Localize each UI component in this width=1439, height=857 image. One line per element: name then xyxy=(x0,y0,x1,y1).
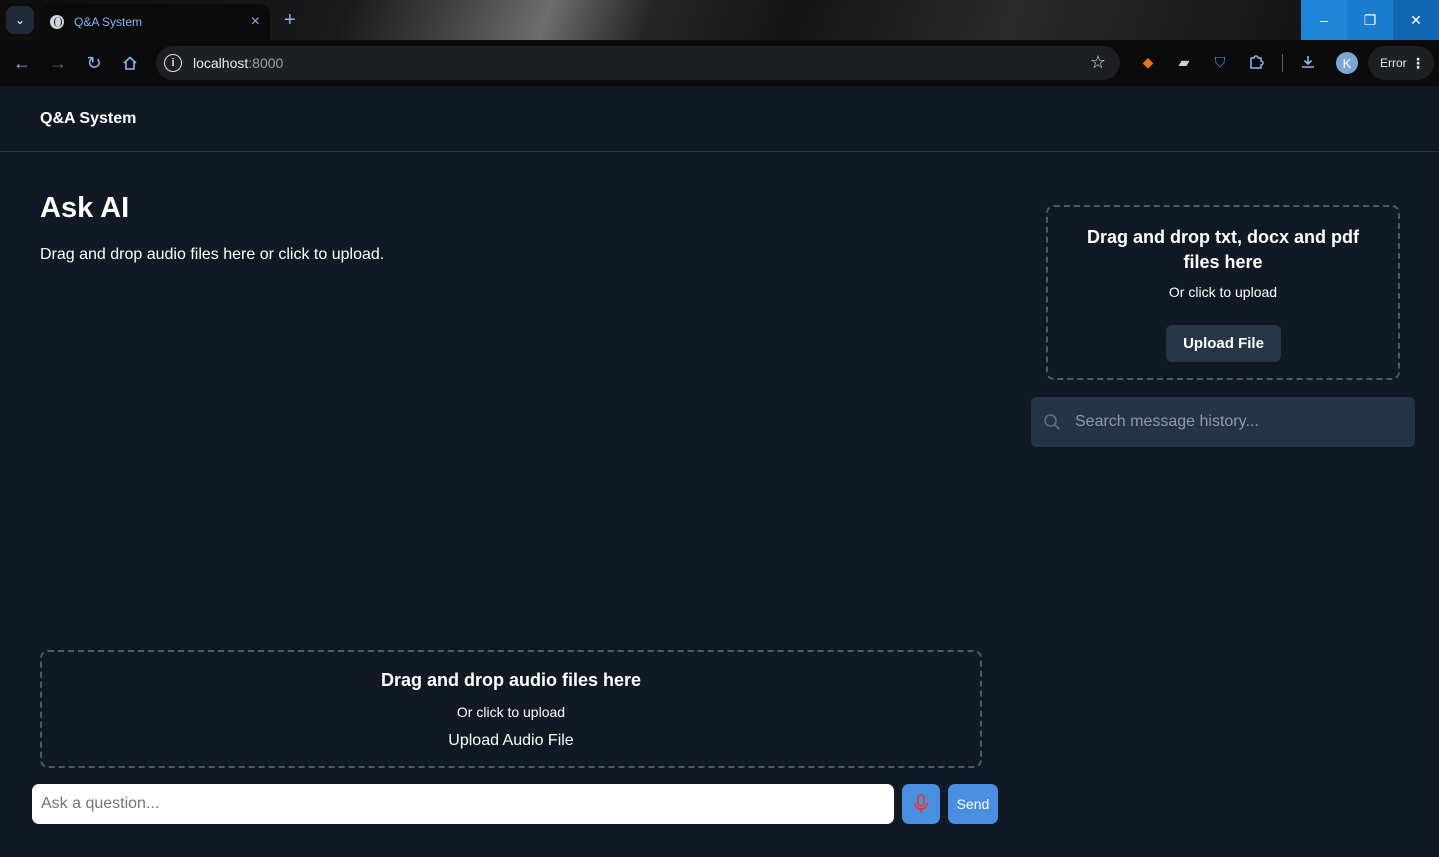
tab-close-button[interactable]: × xyxy=(251,14,260,30)
history-search-box[interactable] xyxy=(1031,397,1415,447)
microphone-button[interactable] xyxy=(902,784,940,824)
audio-drop-title: Drag and drop audio files here xyxy=(380,670,642,690)
browser-tab-strip: ⌄ Q&A System × + – ❐ ✕ xyxy=(0,0,1439,40)
download-icon[interactable] xyxy=(1298,52,1318,72)
browser-toolbar: ← → ↻ i localhost:8000 ☆ ◆ ▰ ⛉ K Error ⋮ xyxy=(0,40,1439,86)
address-bar[interactable]: i localhost:8000 ☆ xyxy=(156,46,1120,80)
document-drop-title: Drag and drop txt, docx and pdf files he… xyxy=(1086,227,1359,272)
globe-icon xyxy=(50,15,64,29)
profile-avatar[interactable]: K xyxy=(1336,52,1358,74)
extensions-puzzle-icon[interactable] xyxy=(1246,52,1266,72)
audio-drop-zone[interactable]: Drag and drop audio files here Or click … xyxy=(40,650,982,768)
back-arrow-icon[interactable]: ← xyxy=(10,51,34,75)
microphone-icon xyxy=(914,794,928,813)
error-menu-button[interactable]: Error ⋮ xyxy=(1368,46,1434,80)
metamask-extension-icon[interactable]: ◆ xyxy=(1138,52,1158,72)
site-info-icon[interactable]: i xyxy=(164,54,182,72)
send-button[interactable]: Send xyxy=(948,784,998,824)
question-input[interactable] xyxy=(32,784,894,824)
tab-search-button[interactable]: ⌄ xyxy=(6,6,34,34)
forward-arrow-icon[interactable]: → xyxy=(46,51,70,75)
page-subtitle: Drag and drop audio files here or click … xyxy=(40,246,385,263)
chevron-down-icon: ⌄ xyxy=(14,13,26,27)
shield-extension-icon[interactable]: ⛉ xyxy=(1210,52,1230,72)
url-host: localhost xyxy=(193,55,249,71)
page-title: Ask AI xyxy=(40,192,130,224)
more-vert-icon: ⋮ xyxy=(1411,55,1425,71)
reload-icon[interactable]: ↻ xyxy=(82,51,106,75)
bookmark-star-icon[interactable]: ☆ xyxy=(1090,52,1106,73)
home-icon[interactable] xyxy=(118,51,142,75)
restore-button[interactable]: ❐ xyxy=(1347,0,1393,40)
error-label: Error xyxy=(1380,56,1407,70)
close-window-button[interactable]: ✕ xyxy=(1393,0,1439,40)
window-controls: – ❐ ✕ xyxy=(1301,0,1439,40)
browser-tab[interactable]: Q&A System × xyxy=(40,4,270,40)
minimize-button[interactable]: – xyxy=(1301,0,1347,40)
history-search-input[interactable] xyxy=(1075,397,1405,447)
app-header: Q&A System xyxy=(0,86,1439,152)
extension-icon[interactable]: ▰ xyxy=(1174,52,1194,72)
search-icon xyxy=(1044,414,1060,430)
upload-file-button[interactable]: Upload File xyxy=(1166,325,1281,362)
audio-drop-subtitle: Or click to upload xyxy=(456,704,566,720)
upload-audio-file-label[interactable]: Upload Audio File xyxy=(42,732,980,750)
document-drop-zone[interactable]: Drag and drop txt, docx and pdf files he… xyxy=(1046,205,1400,380)
app-title[interactable]: Q&A System xyxy=(40,110,136,128)
document-drop-subtitle: Or click to upload xyxy=(1168,284,1278,300)
toolbar-divider xyxy=(1282,54,1283,72)
new-tab-button[interactable]: + xyxy=(284,8,296,32)
tab-title: Q&A System xyxy=(74,15,143,29)
url-port: :8000 xyxy=(248,55,284,71)
